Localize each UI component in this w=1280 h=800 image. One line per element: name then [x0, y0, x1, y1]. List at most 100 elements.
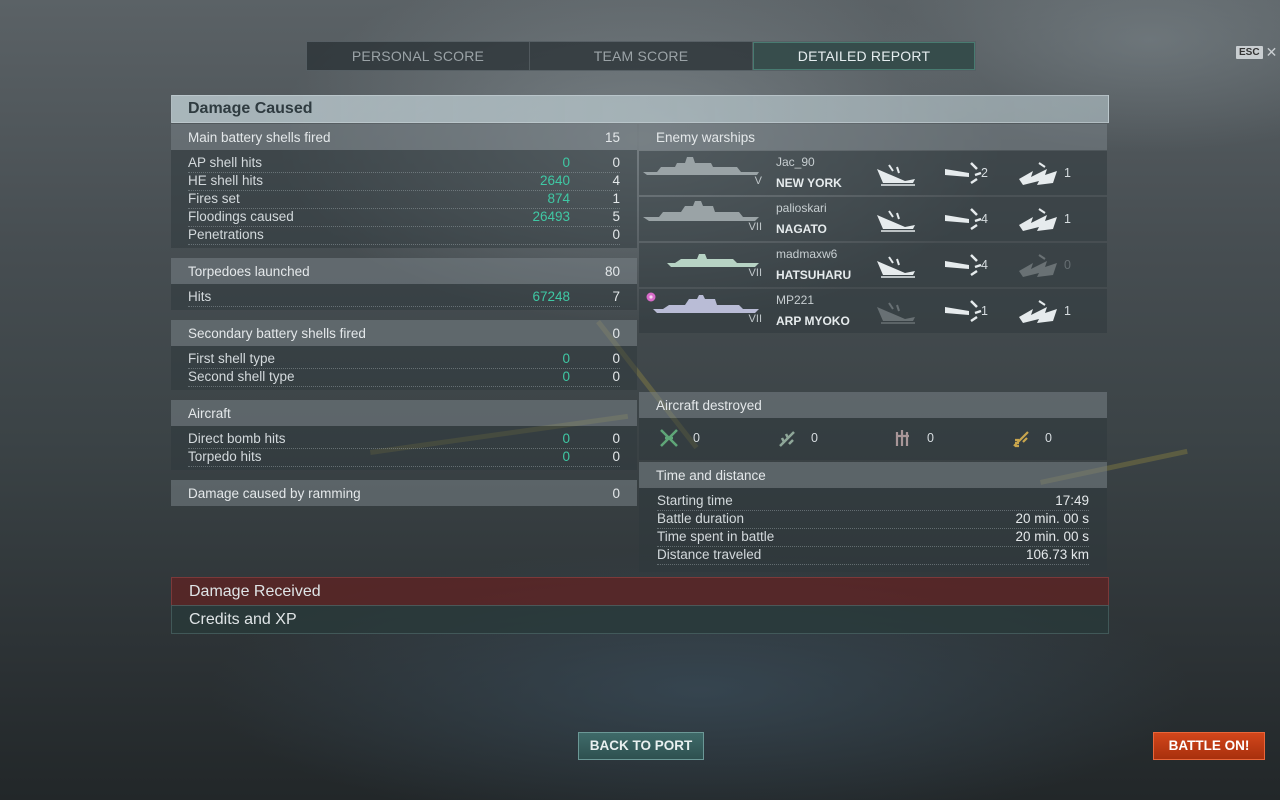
- torpedoes-header: Torpedoes launched 80: [171, 258, 637, 284]
- stat-damage: 0: [562, 369, 570, 384]
- secondary-header: Secondary battery shells fired 0: [171, 320, 637, 346]
- dive-bomber-icon: [895, 430, 909, 446]
- aircraft-header: Aircraft: [171, 400, 637, 426]
- hits-count: 4: [981, 258, 988, 272]
- enemy-warships-title: Enemy warships: [656, 130, 756, 145]
- tab-personal-score[interactable]: PERSONAL SCORE: [307, 42, 530, 70]
- hits-count: 1: [981, 304, 988, 318]
- stat-count: 0: [612, 155, 620, 170]
- spotter-plane-icon: [1013, 431, 1029, 448]
- main-battery-header: Main battery shells fired 15: [171, 124, 637, 150]
- damage-icon: [1017, 251, 1059, 279]
- credits-xp-section[interactable]: Credits and XP: [171, 605, 1109, 634]
- stat-damage: 0: [562, 155, 570, 170]
- stat-row-bomb-hits: Direct bomb hits 0 0: [188, 430, 620, 449]
- hits-icon: [941, 297, 983, 325]
- damage-caused-title: Damage Caused: [188, 100, 313, 117]
- stat-count: 0: [612, 449, 620, 464]
- stat-label: Torpedo hits: [188, 449, 262, 464]
- aircraft-destroyed-title: Aircraft destroyed: [656, 398, 762, 413]
- time-value: 20 min. 00 s: [1015, 511, 1089, 526]
- damage-count: 1: [1064, 166, 1071, 180]
- ship-tier: VII: [748, 313, 762, 325]
- stat-count: 4: [612, 173, 620, 188]
- time-value: 106.73 km: [1025, 547, 1089, 562]
- torpedo-rows: Hits 67248 7: [171, 284, 637, 310]
- torpedoes-value: 80: [604, 264, 620, 279]
- ship-name: ARP MYOKO: [776, 314, 850, 328]
- aircraft-destroyed-row: 0 0 0 0: [639, 418, 1107, 460]
- hits-icon: [941, 251, 983, 279]
- player-name: MP221: [776, 293, 815, 307]
- time-row-start: Starting time 17:49: [657, 492, 1089, 511]
- secondary-label: Secondary battery shells fired: [188, 326, 366, 341]
- main-battery-value: 15: [604, 130, 620, 145]
- main-battery-label: Main battery shells fired: [188, 130, 331, 145]
- ship-destroyed-icon: [875, 159, 917, 187]
- damage-count: 1: [1064, 212, 1071, 226]
- ship-name: NEW YORK: [776, 176, 842, 190]
- stat-count: 0: [612, 369, 620, 384]
- aircraft-destroyed-item: 0: [1011, 428, 1052, 448]
- stat-label: Floodings caused: [188, 209, 294, 224]
- ship-silhouette-icon: [643, 201, 759, 221]
- stat-row-fires: Fires set 874 1: [188, 190, 620, 209]
- stat-damage: 874: [547, 191, 570, 206]
- aircraft-destroyed-item: 0: [893, 428, 934, 448]
- stat-label: AP shell hits: [188, 155, 263, 170]
- time-value: 17:49: [1055, 493, 1089, 508]
- stat-damage: 0: [562, 449, 570, 464]
- aircraft-destroyed-item: 0: [777, 428, 818, 448]
- stat-label: Fires set: [188, 191, 240, 206]
- stat-label: Hits: [188, 289, 212, 304]
- ship-tier: V: [754, 175, 762, 187]
- damage-received-section[interactable]: Damage Received: [171, 577, 1109, 606]
- aircraft-count: 0: [693, 431, 700, 445]
- esc-key-label: ESC: [1236, 46, 1263, 59]
- secondary-rows: First shell type 0 0 Second shell type 0…: [171, 346, 637, 390]
- time-distance-header: Time and distance: [639, 462, 1107, 488]
- damage-received-label: Damage Received: [189, 583, 321, 600]
- stat-row-ap-hits: AP shell hits 0 0: [188, 154, 620, 173]
- ship-tier: VII: [748, 221, 762, 233]
- enemy-ship-row: VII MP221 ARP MYOKO 1 1: [639, 289, 1107, 333]
- stat-count: 0: [612, 431, 620, 446]
- stat-count: 7: [612, 289, 620, 304]
- close-button[interactable]: ESC ✕: [1236, 45, 1277, 59]
- stat-damage: 2640: [539, 173, 570, 188]
- fighter-icon: [660, 429, 678, 447]
- damage-icon: [1017, 159, 1059, 187]
- hits-count: 4: [981, 212, 988, 226]
- enemy-ship-row: VII madmaxw6 HATSUHARU 4 0: [639, 243, 1107, 287]
- time-label: Battle duration: [657, 511, 745, 526]
- back-to-port-button[interactable]: BACK TO PORT: [578, 732, 704, 760]
- player-name: Jac_90: [776, 155, 815, 169]
- time-label: Starting time: [657, 493, 733, 508]
- ramming-label: Damage caused by ramming: [188, 486, 361, 501]
- stat-damage: 0: [562, 351, 570, 366]
- stat-row-he-hits: HE shell hits 2640 4: [188, 172, 620, 191]
- damage-icon: [1017, 205, 1059, 233]
- tab-detailed-report[interactable]: DETAILED REPORT: [753, 42, 975, 70]
- time-distance-rows: Starting time 17:49 Battle duration 20 m…: [639, 488, 1107, 572]
- damage-caused-header[interactable]: Damage Caused: [171, 95, 1109, 123]
- stat-label: First shell type: [188, 351, 276, 366]
- enemy-warships-header: Enemy warships: [639, 124, 1107, 150]
- torpedoes-label: Torpedoes launched: [188, 264, 310, 279]
- stat-row-second-shell: Second shell type 0 0: [188, 368, 620, 387]
- torpedo-bomber-icon: [779, 431, 795, 447]
- stat-row-torpedo-hits: Hits 67248 7: [188, 288, 620, 307]
- aircraft-count: 0: [811, 431, 818, 445]
- damage-count: 1: [1064, 304, 1071, 318]
- tab-team-score[interactable]: TEAM SCORE: [530, 42, 753, 70]
- report-tabs: PERSONAL SCORE TEAM SCORE DETAILED REPOR…: [306, 41, 976, 71]
- aircraft-count: 0: [1045, 431, 1052, 445]
- damage-count: 0: [1064, 258, 1071, 272]
- time-distance-title: Time and distance: [656, 468, 766, 483]
- ship-tier: VII: [748, 267, 762, 279]
- stat-row-penetrations: Penetrations 0: [188, 226, 620, 245]
- battle-on-button[interactable]: BATTLE ON!: [1153, 732, 1265, 760]
- aircraft-destroyed-item: 0: [659, 428, 700, 448]
- credits-xp-label: Credits and XP: [189, 611, 297, 628]
- hits-count: 2: [981, 166, 988, 180]
